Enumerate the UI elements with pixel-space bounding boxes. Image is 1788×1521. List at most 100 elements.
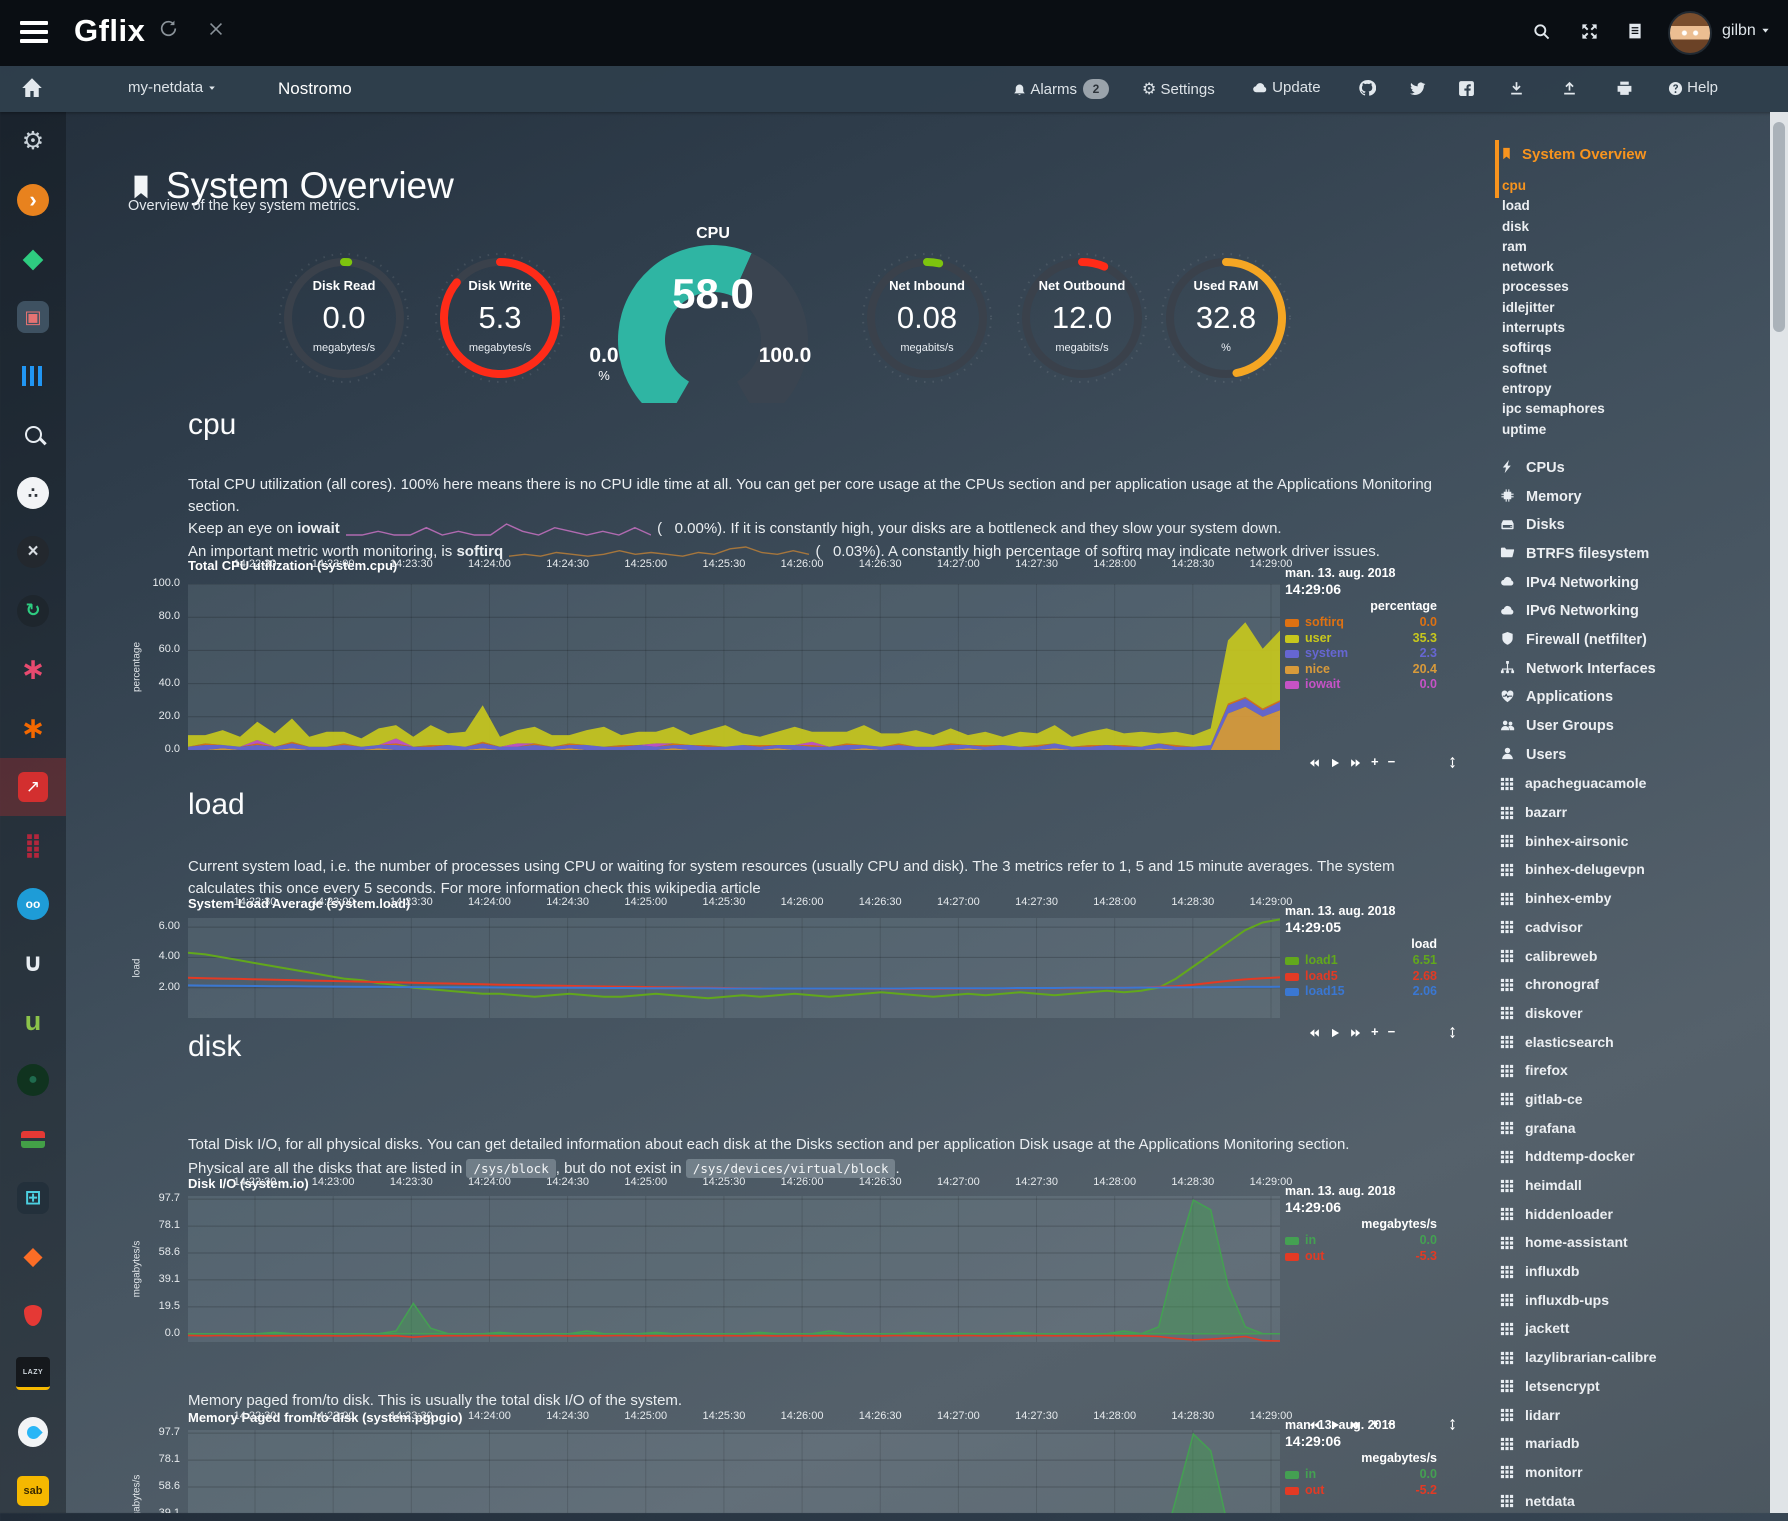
- sidebar-item-jackett[interactable]: jackett: [1500, 1314, 1772, 1343]
- import-upload-icon[interactable]: [1561, 79, 1578, 97]
- sidebar-item-ipv6-networking[interactable]: IPv6 Networking: [1500, 597, 1772, 626]
- chart-plot[interactable]: [188, 1430, 1280, 1513]
- sidebar-item-applications[interactable]: Applications: [1500, 683, 1772, 712]
- sidebar-item-cpus[interactable]: CPUs: [1500, 454, 1772, 483]
- search-icon[interactable]: [1532, 22, 1551, 41]
- sidebar-item-firewall-netfilter-[interactable]: Firewall (netfilter): [1500, 626, 1772, 655]
- legend-entry-system[interactable]: system2.3: [1285, 646, 1437, 662]
- chart-legend[interactable]: man. 13. aug. 201814:29:06percentagesoft…: [1285, 566, 1437, 693]
- pan-forward-icon[interactable]: [1350, 754, 1362, 769]
- facebook-icon[interactable]: [1458, 79, 1475, 97]
- app-icon-small-red-shield-app[interactable]: [0, 1286, 66, 1345]
- zoom-in-icon[interactable]: +: [1371, 1024, 1379, 1039]
- legend-entry-user[interactable]: user35.3: [1285, 631, 1437, 647]
- legend-entry-in[interactable]: in0.0: [1285, 1467, 1437, 1483]
- user-menu[interactable]: gilbn: [1722, 22, 1771, 40]
- home-icon[interactable]: [20, 76, 44, 100]
- chart-toolbar[interactable]: +−: [1308, 754, 1468, 769]
- sidebar-item-users[interactable]: Users: [1500, 741, 1772, 770]
- chart-toolbar[interactable]: +−: [1308, 1024, 1468, 1039]
- sidebar-item-lidarr[interactable]: lidarr: [1500, 1401, 1772, 1430]
- app-icon-orange-circle-app[interactable]: ›: [0, 171, 66, 230]
- sidebar-item-softnet[interactable]: softnet: [1502, 359, 1772, 379]
- sidebar-item-disk[interactable]: disk: [1502, 217, 1772, 237]
- menu-icon[interactable]: [20, 21, 48, 43]
- app-icon-settings[interactable]: ⚙: [0, 112, 66, 171]
- disk-write-gauge[interactable]: Disk Write5.3megabytes/s: [430, 248, 570, 388]
- chart-plot[interactable]: [188, 1196, 1280, 1342]
- scrollbar[interactable]: [1770, 112, 1788, 1513]
- changelog-icon[interactable]: [1626, 22, 1644, 40]
- sidebar-item-system-overview[interactable]: System Overview: [1500, 146, 1772, 168]
- update-button[interactable]: Update: [1252, 79, 1321, 96]
- sidebar-item-processes[interactable]: processes: [1502, 277, 1772, 297]
- sidebar-item-firefox[interactable]: firefox: [1500, 1056, 1772, 1085]
- play-icon[interactable]: [1329, 1024, 1341, 1039]
- help-button[interactable]: Help: [1668, 79, 1718, 96]
- sidebar-item-apacheguacamole[interactable]: apacheguacamole: [1500, 769, 1772, 798]
- legend-entry-load15[interactable]: load152.06: [1285, 984, 1437, 1000]
- sidebar-item-btrfs-filesystem[interactable]: BTRFS filesystem: [1500, 540, 1772, 569]
- sidebar-item-interrupts[interactable]: interrupts: [1502, 318, 1772, 338]
- pan-forward-icon[interactable]: [1350, 1024, 1362, 1039]
- app-icon-green-diamond-app[interactable]: ◆: [0, 229, 66, 288]
- sidebar-item-lazylibrarian-calibre[interactable]: lazylibrarian-calibre: [1500, 1343, 1772, 1372]
- app-icon-white-circle-app[interactable]: ∴: [0, 464, 66, 523]
- sidebar-item-influxdb[interactable]: influxdb: [1500, 1257, 1772, 1286]
- net-inbound-gauge[interactable]: Net Inbound0.08megabits/s: [857, 248, 997, 388]
- app-icon-berry-cluster-app[interactable]: ⣿: [0, 816, 66, 875]
- alarms-button[interactable]: Alarms2: [1012, 79, 1109, 99]
- sidebar-item-diskover[interactable]: diskover: [1500, 999, 1772, 1028]
- app-icon-pink-nodes-app[interactable]: ∗: [0, 640, 66, 699]
- sidebar-item-memory[interactable]: Memory: [1500, 483, 1772, 512]
- app-icon-teal-window-app[interactable]: ⊞: [0, 1168, 66, 1227]
- sidebar-item-ipc-semaphores[interactable]: ipc semaphores: [1502, 399, 1772, 419]
- sidebar-item-binhex-emby[interactable]: binhex-emby: [1500, 884, 1772, 913]
- sidebar-item-network-interfaces[interactable]: Network Interfaces: [1500, 655, 1772, 684]
- sidebar-item-heimdall[interactable]: heimdall: [1500, 1171, 1772, 1200]
- legend-entry-load5[interactable]: load52.68: [1285, 969, 1437, 985]
- play-icon[interactable]: [1329, 754, 1341, 769]
- legend-entry-in[interactable]: in0.0: [1285, 1233, 1437, 1249]
- legend-entry-nice[interactable]: nice20.4: [1285, 662, 1437, 678]
- chart-legend[interactable]: man. 13. aug. 201814:29:06megabytes/sin0…: [1285, 1418, 1437, 1498]
- sidebar-item-binhex-airsonic[interactable]: binhex-airsonic: [1500, 827, 1772, 856]
- fullscreen-icon[interactable]: [1580, 22, 1599, 41]
- legend-entry-load1[interactable]: load16.51: [1285, 953, 1437, 969]
- app-icon-orange-flame-app[interactable]: ∗: [0, 699, 66, 758]
- sidebar-item-elasticsearch[interactable]: elasticsearch: [1500, 1028, 1772, 1057]
- app-icon-pills-app[interactable]: [0, 1110, 66, 1169]
- chart-legend[interactable]: man. 13. aug. 201814:29:05loadload16.51l…: [1285, 904, 1437, 1000]
- sidebar-item-calibreweb[interactable]: calibreweb: [1500, 942, 1772, 971]
- app-icon-water-drop-app[interactable]: [0, 1403, 66, 1462]
- chart-legend[interactable]: man. 13. aug. 201814:29:06megabytes/sin0…: [1285, 1184, 1437, 1264]
- sidebar-item-idlejitter[interactable]: idlejitter: [1502, 298, 1772, 318]
- sidebar-item-netdata[interactable]: netdata: [1500, 1487, 1772, 1513]
- app-icon-horseshoe-app[interactable]: ∪: [0, 934, 66, 993]
- sidebar-item-chronograf[interactable]: chronograf: [1500, 970, 1772, 999]
- pan-backward-icon[interactable]: [1308, 754, 1320, 769]
- zoom-in-icon[interactable]: +: [1371, 754, 1379, 769]
- disk-read-gauge[interactable]: Disk Read0.0megabytes/s: [274, 248, 414, 388]
- chart-plot[interactable]: [188, 584, 1280, 750]
- avatar[interactable]: [1668, 11, 1712, 55]
- zoom-out-icon[interactable]: −: [1388, 1024, 1396, 1039]
- app-icon-green-u-app[interactable]: u: [0, 992, 66, 1051]
- sidebar-item-load[interactable]: load: [1502, 196, 1772, 216]
- app-icon-audio-bars-app[interactable]: [0, 347, 66, 406]
- github-icon[interactable]: [1358, 79, 1376, 97]
- sidebar-item-disks[interactable]: Disks: [1500, 511, 1772, 540]
- sidebar-item-ram[interactable]: ram: [1502, 237, 1772, 257]
- legend-entry-softirq[interactable]: softirq0.0: [1285, 615, 1437, 631]
- export-download-icon[interactable]: [1508, 79, 1525, 97]
- zoom-out-icon[interactable]: −: [1388, 754, 1396, 769]
- sidebar-item-influxdb-ups[interactable]: influxdb-ups: [1500, 1286, 1772, 1315]
- sidebar-item-softirqs[interactable]: softirqs: [1502, 338, 1772, 358]
- app-icon-orange-fox-app[interactable]: ◆: [0, 1227, 66, 1286]
- app-icon-dark-green-circle-app[interactable]: ●: [0, 1051, 66, 1110]
- app-icon-search-app[interactable]: [0, 405, 66, 464]
- sidebar-item-network[interactable]: network: [1502, 257, 1772, 277]
- sidebar-item-ipv4-networking[interactable]: IPv4 Networking: [1500, 569, 1772, 598]
- sidebar-item-mariadb[interactable]: mariadb: [1500, 1429, 1772, 1458]
- legend-entry-out[interactable]: out-5.2: [1285, 1483, 1437, 1499]
